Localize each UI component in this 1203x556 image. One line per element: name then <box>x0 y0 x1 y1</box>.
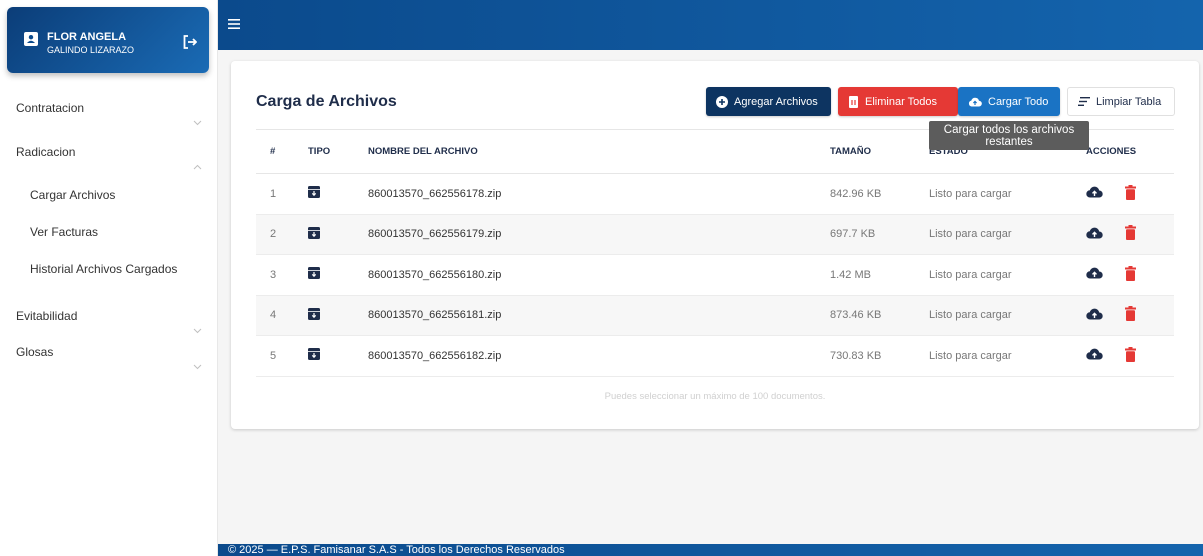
user-card: FLOR ANGELA GALINDO LIZARAZO <box>7 7 209 73</box>
table-row: 5 860013570_662556182.zip 730.83 KB Listo p… <box>256 335 1174 377</box>
chevron-down-icon <box>193 348 202 384</box>
sidebar-item-label: Contratacion <box>16 101 85 115</box>
id-badge-icon <box>24 32 38 51</box>
sidebar: FLOR ANGELA GALINDO LIZARAZO Contratacio… <box>0 0 218 556</box>
sidebar-menu: Contratacion Radicacion Cargar Archivos … <box>0 90 218 370</box>
sidebar-subitem-ver-facturas[interactable]: Ver Facturas <box>0 214 218 251</box>
row-filename: 860013570_662556178.zip <box>368 173 830 215</box>
logout-icon[interactable] <box>183 35 198 54</box>
table-row: 4 860013570_662556181.zip 873.46 KB Listo p… <box>256 295 1174 336</box>
archive-box-icon <box>308 348 320 363</box>
plus-circle-icon <box>716 95 728 108</box>
hamburger-icon[interactable] <box>228 16 240 34</box>
trash-icon[interactable] <box>1125 306 1136 324</box>
chevron-up-icon <box>193 148 202 184</box>
cloud-upload-icon[interactable] <box>1086 186 1103 201</box>
add-files-button[interactable]: Agregar Archivos <box>706 87 831 116</box>
sidebar-item-glosas[interactable]: Glosas <box>0 334 218 370</box>
clear-table-button[interactable]: Limpiar Tabla <box>1067 87 1175 116</box>
footer-text: © 2025 — E.P.S. Famisanar S.A.S - Todos … <box>228 544 565 556</box>
cloud-upload-icon[interactable] <box>1086 267 1103 282</box>
row-filename: 860013570_662556179.zip <box>368 214 830 255</box>
trash-box-icon <box>849 95 858 108</box>
row-number: 4 <box>256 295 303 336</box>
row-state: Listo para cargar <box>929 335 1083 377</box>
col-size: TAMAÑO <box>830 129 929 174</box>
row-state: Listo para cargar <box>929 214 1083 255</box>
max-files-hint: Puedes seleccionar un máximo de 100 docu… <box>604 391 826 402</box>
sidebar-item-radicacion[interactable]: Radicacion <box>0 134 218 170</box>
row-number: 3 <box>256 254 303 296</box>
archive-box-icon <box>308 267 320 282</box>
cloud-upload-icon <box>968 97 982 106</box>
user-first-name: FLOR ANGELA <box>47 31 127 43</box>
trash-icon[interactable] <box>1125 346 1136 365</box>
files-table: # TIPO NOMBRE DEL ARCHIVO TAMAÑO ESTADO … <box>256 129 1174 377</box>
row-state: Listo para cargar <box>929 254 1083 296</box>
cloud-upload-icon[interactable] <box>1086 348 1103 363</box>
sidebar-item-label: Evitabilidad <box>16 309 78 323</box>
clear-list-icon <box>1078 97 1090 106</box>
sidebar-subitem-cargar-archivos[interactable]: Cargar Archivos <box>0 177 218 214</box>
page-title: Carga de Archivos <box>256 93 397 110</box>
sidebar-item-contratacion[interactable]: Contratacion <box>0 90 218 126</box>
upload-all-tooltip: Cargar todos los archivos restantes <box>929 121 1089 150</box>
delete-all-button[interactable]: Eliminar Todos <box>838 87 958 116</box>
user-last-name: GALINDO LIZARAZO <box>47 45 135 55</box>
cloud-upload-icon[interactable] <box>1086 308 1103 323</box>
col-type: TIPO <box>303 129 368 174</box>
row-state: Listo para cargar <box>929 295 1083 336</box>
archive-box-icon <box>308 186 320 201</box>
row-filename: 860013570_662556180.zip <box>368 254 830 296</box>
trash-icon[interactable] <box>1125 265 1136 284</box>
row-size: 1.42 MB <box>830 254 929 296</box>
archive-box-icon <box>308 226 320 242</box>
archive-box-icon <box>308 307 320 323</box>
footer: © 2025 — E.P.S. Famisanar S.A.S - Todos … <box>218 544 1203 556</box>
row-filename: 860013570_662556182.zip <box>368 335 830 377</box>
row-number: 1 <box>256 173 303 215</box>
table-row: 2 860013570_662556179.zip 697.7 KB Listo pa… <box>256 214 1174 255</box>
table-row: 3 860013570_662556180.zip 1.42 MB Listo par… <box>256 254 1174 296</box>
row-size: 873.46 KB <box>830 295 929 336</box>
table-row: 1 860013570_662556178.zip 842.96 KB Listo p… <box>256 173 1174 215</box>
row-number: 5 <box>256 335 303 377</box>
upload-all-button[interactable]: Cargar Todo <box>958 87 1060 116</box>
row-number: 2 <box>256 214 303 255</box>
sidebar-item-label: Glosas <box>16 345 54 359</box>
trash-icon[interactable] <box>1125 225 1136 243</box>
col-number: # <box>256 129 303 174</box>
cloud-upload-icon[interactable] <box>1086 227 1103 242</box>
row-state: Listo para cargar <box>929 173 1083 215</box>
trash-icon[interactable] <box>1125 184 1136 203</box>
sidebar-subitem-historial[interactable]: Historial Archivos Cargados <box>0 251 218 288</box>
row-size: 697.7 KB <box>830 214 929 255</box>
upload-card: Carga de Archivos Agregar Archivos Elimi… <box>231 61 1199 429</box>
row-size: 730.83 KB <box>830 335 929 377</box>
row-size: 842.96 KB <box>830 173 929 215</box>
row-filename: 860013570_662556181.zip <box>368 295 830 336</box>
sidebar-item-label: Radicacion <box>16 145 76 159</box>
top-bar <box>218 0 1203 50</box>
col-actions: ACCIONES <box>1083 129 1174 174</box>
sidebar-item-evitabilidad[interactable]: Evitabilidad <box>0 298 218 334</box>
col-filename: NOMBRE DEL ARCHIVO <box>368 129 830 174</box>
